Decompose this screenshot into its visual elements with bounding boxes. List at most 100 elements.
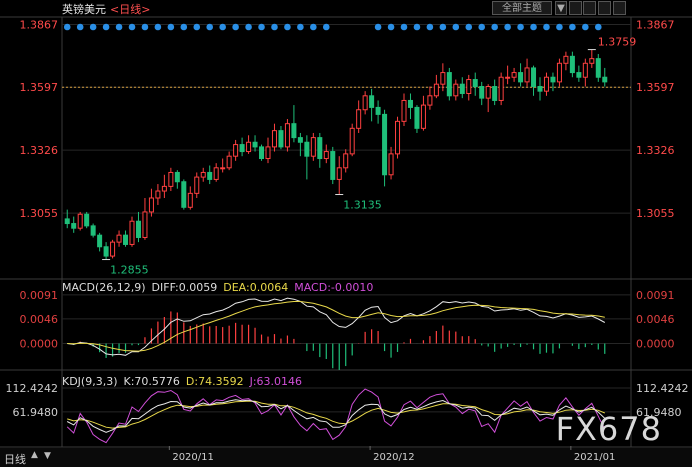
kdj-tick-left: 61.9480	[13, 406, 59, 419]
candle-body	[550, 76, 556, 83]
candle-body	[556, 62, 562, 83]
candle-body	[77, 213, 83, 229]
price-tick-right: 1.3326	[636, 144, 675, 157]
candle-body	[168, 171, 174, 187]
signal-dot	[517, 23, 524, 31]
candle-body	[531, 67, 537, 88]
zoom-out-button[interactable]	[598, 1, 611, 15]
candle-body	[297, 137, 303, 143]
candle-body	[291, 123, 297, 139]
candle-body	[401, 99, 407, 122]
candle-body	[524, 67, 530, 83]
candle-body	[174, 171, 180, 183]
candle-body	[576, 72, 582, 78]
signal-dot	[89, 23, 97, 31]
scroll-left-button[interactable]	[569, 1, 582, 15]
fx-chart: 1.3867 1.3867 1.3597 1.3597 1.3326 1.3326 1.30…	[0, 16, 692, 467]
signal-dot	[504, 23, 511, 31]
theme-button[interactable]: 全部主题	[492, 1, 552, 15]
candle-body	[97, 234, 103, 248]
candle-body	[356, 109, 362, 129]
signal-dot	[141, 23, 149, 31]
signal-dot	[310, 23, 317, 31]
signal-dot	[76, 23, 84, 31]
price-tick-right: 1.3597	[636, 81, 675, 94]
annotation-low-label: 1.3135	[343, 199, 382, 212]
kdj-d-line	[67, 400, 605, 429]
signal-dot	[569, 23, 576, 31]
price-tick-left: 1.3597	[20, 81, 59, 94]
annotation-low-label: 1.2855	[110, 264, 149, 277]
candle-body	[336, 167, 342, 180]
scroll-right-button[interactable]	[583, 1, 596, 15]
candle-body	[246, 141, 252, 153]
candle-body	[64, 218, 70, 225]
candle-body	[265, 146, 271, 160]
candle-body	[161, 185, 167, 192]
candle-body	[388, 153, 394, 176]
signal-dot	[271, 23, 278, 31]
signal-dot	[258, 23, 265, 31]
down-triangle-icon[interactable]: ▼	[44, 451, 51, 461]
macd-legend-item: MACD(26,12,9)	[62, 281, 146, 294]
macd-tick-right: 0.0091	[636, 289, 675, 302]
fx678-watermark: FX678	[555, 410, 662, 448]
x-tick-label: 2021/01	[574, 452, 616, 463]
kdj-tick-right: 112.4242	[636, 382, 689, 395]
signal-dot	[115, 23, 123, 31]
symbol-title: 英镑美元	[62, 3, 106, 16]
period-label[interactable]: <日线>	[110, 1, 150, 17]
up-triangle-icon[interactable]: ▲	[31, 450, 38, 460]
macd-tick-right: 0.0000	[636, 338, 675, 351]
signal-dot	[219, 23, 226, 31]
signal-dot	[374, 23, 382, 31]
candle-body	[135, 220, 141, 238]
signal-dot	[154, 23, 162, 31]
signal-dot	[491, 23, 498, 31]
candle-body	[407, 99, 413, 108]
candle-body	[459, 83, 465, 94]
signal-dot	[180, 23, 188, 31]
candle-body	[226, 155, 232, 169]
signal-dot	[297, 23, 304, 31]
macd-tick-right: 0.0046	[636, 313, 675, 326]
macd-legend-item: MACD:-0.0010	[294, 281, 373, 294]
candle-body	[369, 95, 375, 108]
price-tick-right: 1.3867	[636, 19, 675, 32]
candle-body	[181, 181, 187, 208]
candle-body	[382, 113, 388, 176]
kdj-tick-left: 112.4242	[6, 382, 59, 395]
candle-body	[453, 83, 459, 97]
candle-body	[414, 106, 420, 129]
candle-body	[142, 211, 148, 238]
theme-dropdown-arrow[interactable]: ▼	[555, 1, 567, 15]
candle-body	[518, 72, 524, 83]
zoom-in-button[interactable]	[613, 1, 626, 15]
signal-dot	[102, 23, 110, 31]
kdj-k-line	[66, 399, 606, 433]
candle-body	[84, 213, 90, 227]
signal-dot	[543, 23, 550, 31]
period-tab[interactable]: 日线	[4, 451, 26, 467]
candle-body	[537, 86, 543, 92]
candle-body	[220, 167, 226, 170]
chevron-down-icon: ▼	[557, 3, 565, 14]
candle-body	[427, 95, 433, 106]
candle-body	[110, 241, 116, 257]
signal-dot	[478, 23, 486, 31]
candle-body	[207, 171, 213, 180]
candle-body	[239, 144, 245, 153]
candle-body	[466, 79, 472, 94]
candle-body	[259, 146, 265, 160]
macd-legend-item: DEA:0.0064	[223, 281, 288, 294]
candle-body	[420, 104, 426, 129]
signal-dot	[582, 23, 589, 31]
candle-body	[511, 72, 517, 78]
candle-body	[375, 106, 381, 115]
x-tick-label: 2020/11	[172, 452, 214, 463]
candle-body	[116, 234, 122, 243]
macd-legend-item: DIFF:0.0059	[152, 281, 218, 294]
candle-body	[278, 130, 284, 148]
candle-body	[317, 137, 323, 160]
macd-tick-left: 0.0091	[20, 289, 59, 302]
